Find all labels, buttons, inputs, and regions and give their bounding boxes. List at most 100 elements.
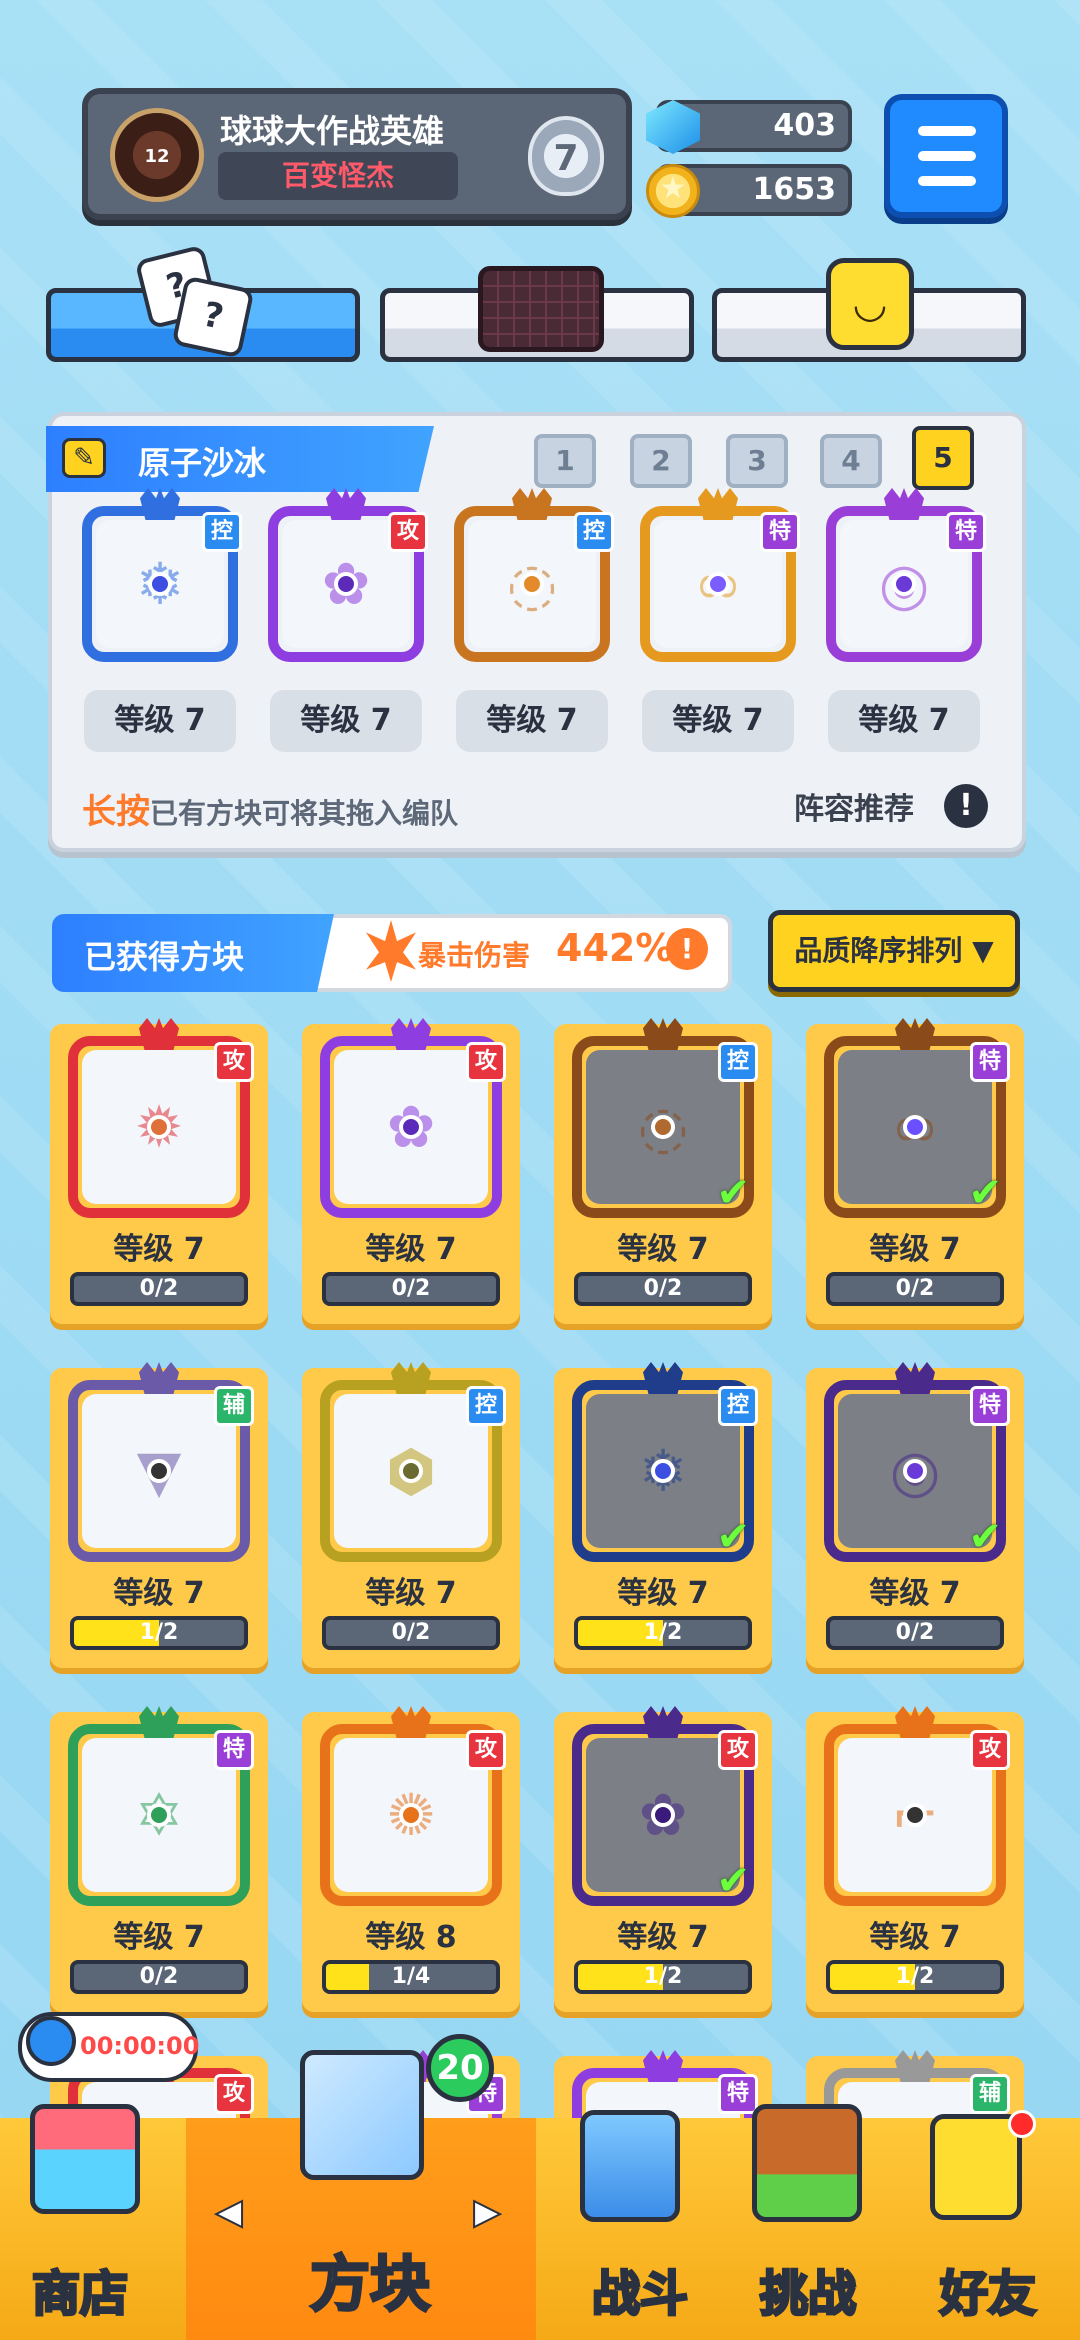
battle-icon[interactable] xyxy=(580,2110,680,2222)
menu-icon-line xyxy=(918,176,976,186)
recommend-info-icon[interactable]: ! xyxy=(944,784,988,828)
block-level: 等级 7 xyxy=(869,1232,961,1267)
block-type-tag: 控 xyxy=(574,512,614,552)
owned-block-card[interactable]: ∞特✔等级 70/2 xyxy=(806,1018,1024,1324)
team-block-level: 等级 7 xyxy=(456,690,608,752)
owned-block-card[interactable]: ✹攻等级 7 0/2 xyxy=(50,1018,268,1324)
menu-button[interactable] xyxy=(884,94,1008,218)
block-core-icon xyxy=(399,1459,423,1483)
crit-value: 442% xyxy=(556,926,674,970)
team-slot-1[interactable]: 1 xyxy=(534,434,596,488)
upgrade-progress-bar: 1/2 xyxy=(574,1960,752,1994)
blocks-box-icon[interactable] xyxy=(300,2050,424,2180)
upgrade-progress-text: 1/2 xyxy=(643,1964,683,1989)
friends-icon[interactable] xyxy=(930,2114,1022,2220)
upgrade-progress-text: 1/2 xyxy=(139,1620,179,1645)
upgrade-progress-text: 0/2 xyxy=(139,1964,179,1989)
block-type-tag: 攻 xyxy=(718,1730,758,1770)
block-core-icon xyxy=(399,1803,423,1827)
block-art: ✿攻 xyxy=(268,488,428,662)
sort-dropdown[interactable]: 品质降序排列 ▼ xyxy=(768,910,1020,992)
clock-icon xyxy=(26,2016,76,2066)
nav-battle-label[interactable]: 战斗 xyxy=(580,2254,700,2324)
block-art: ✹攻 xyxy=(68,1018,254,1218)
nav-shop-label[interactable]: 商店 xyxy=(20,2254,140,2324)
team-block-2[interactable]: ✿攻 xyxy=(268,488,428,662)
block-level: 等级 7 xyxy=(113,1232,205,1267)
owned-block-card[interactable]: ◌控✔等级 70/2 xyxy=(554,1018,772,1324)
owned-block-card[interactable]: ◎特✔等级 70/2 xyxy=(806,1362,1024,1668)
team-block-3[interactable]: ◌控 xyxy=(454,488,614,662)
block-art: ✿攻✔ xyxy=(572,1706,758,1906)
owned-block-card[interactable]: ⌐攻等级 7 1/2 xyxy=(806,1706,1024,2012)
profile-card[interactable]: 12 球球大作战英雄 百变怪杰 7 xyxy=(82,88,632,220)
gem-counter[interactable]: 403 xyxy=(646,100,852,154)
team-block-1[interactable]: ❄控 xyxy=(82,488,242,662)
acquired-title: 已获得方块 xyxy=(84,938,245,976)
nav-friends-label[interactable]: 好友 xyxy=(928,2254,1048,2324)
team-slot-5[interactable]: 5 xyxy=(912,426,974,490)
block-art: ▼辅 xyxy=(68,1362,254,1562)
owned-block-card[interactable]: ✡特等级 7 0/2 xyxy=(50,1706,268,2012)
menu-icon-line xyxy=(918,151,976,161)
block-core-icon xyxy=(892,572,916,596)
block-art: ∞特 xyxy=(640,488,800,662)
nav-blocks-label[interactable]: 方块 xyxy=(290,2236,450,2323)
level-badge-icon: 12 xyxy=(110,108,204,202)
block-core-icon xyxy=(147,1803,171,1827)
challenge-icon[interactable] xyxy=(752,2104,862,2222)
block-type-tag: 特 xyxy=(214,1730,254,1770)
block-type-tag: 控 xyxy=(718,1386,758,1426)
hint-strong: 长按 xyxy=(82,792,150,832)
menu-icon xyxy=(918,126,976,136)
block-level: 等级 7 xyxy=(869,1920,961,1955)
block-art: ◎特✔ xyxy=(824,1362,1010,1562)
owned-block-card[interactable]: ✺攻等级 8 1/4 xyxy=(302,1706,520,2012)
team-block-level: 等级 7 xyxy=(84,690,236,752)
team-slot-4[interactable]: 4 xyxy=(820,434,882,488)
coin-counter[interactable]: 1653 xyxy=(646,164,852,218)
block-core-icon xyxy=(147,1115,171,1139)
crit-info-icon[interactable]: ! xyxy=(666,928,708,970)
team-slot-2[interactable]: 2 xyxy=(630,434,692,488)
owned-block-card[interactable]: ❄控✔等级 71/2 xyxy=(554,1362,772,1668)
prev-arrow-icon[interactable]: ◀ xyxy=(215,2191,243,2233)
block-art: ◌控✔ xyxy=(572,1018,758,1218)
check-icon: ✔ xyxy=(716,1858,750,1904)
upgrade-progress-text: 1/4 xyxy=(391,1964,431,1989)
block-art: ◎特 xyxy=(826,488,986,662)
player-name: 球球大作战英雄 xyxy=(220,112,445,150)
team-name-banner[interactable]: ✎ 原子沙冰 xyxy=(46,426,434,492)
team-block-level: 等级 7 xyxy=(642,690,794,752)
owned-block-card[interactable]: ✿攻等级 7 0/2 xyxy=(302,1018,520,1324)
nav-challenge-label[interactable]: 挑战 xyxy=(748,2254,868,2324)
block-type-tag: 攻 xyxy=(214,1042,254,1082)
team-block-4[interactable]: ∞特 xyxy=(640,488,800,662)
player-title: 百变怪杰 xyxy=(218,152,458,200)
block-core-icon xyxy=(651,1803,675,1827)
team-block-5[interactable]: ◎特 xyxy=(826,488,986,662)
block-core-icon xyxy=(399,1115,423,1139)
recommend-button[interactable]: 阵容推荐 xyxy=(794,784,914,828)
owned-block-card[interactable]: ▼辅等级 7 1/2 xyxy=(50,1362,268,1668)
block-art: ◌控 xyxy=(454,488,614,662)
crit-label: 暴击伤害 xyxy=(418,939,531,972)
block-core-icon xyxy=(651,1115,675,1139)
next-arrow-icon[interactable]: ▶ xyxy=(473,2191,501,2233)
bottom-nav xyxy=(0,2118,1080,2340)
block-type-tag: 特 xyxy=(970,1042,1010,1082)
owned-block-card[interactable]: ⬢控等级 7 0/2 xyxy=(302,1362,520,1668)
block-type-tag: 攻 xyxy=(466,1730,506,1770)
coin-icon xyxy=(646,164,700,218)
check-icon: ✔ xyxy=(968,1170,1002,1216)
shop-icon[interactable] xyxy=(30,2104,140,2214)
team-slot-3[interactable]: 3 xyxy=(726,434,788,488)
upgrade-progress-bar: 0/2 xyxy=(70,1960,248,1994)
check-icon: ✔ xyxy=(716,1170,750,1216)
check-icon: ✔ xyxy=(968,1514,1002,1560)
block-art: ❄控✔ xyxy=(572,1362,758,1562)
block-level: 等级 7 xyxy=(617,1920,709,1955)
pencil-icon[interactable]: ✎ xyxy=(62,438,106,478)
rank-value: 7 xyxy=(553,138,579,179)
owned-block-card[interactable]: ✿攻✔等级 71/2 xyxy=(554,1706,772,2012)
